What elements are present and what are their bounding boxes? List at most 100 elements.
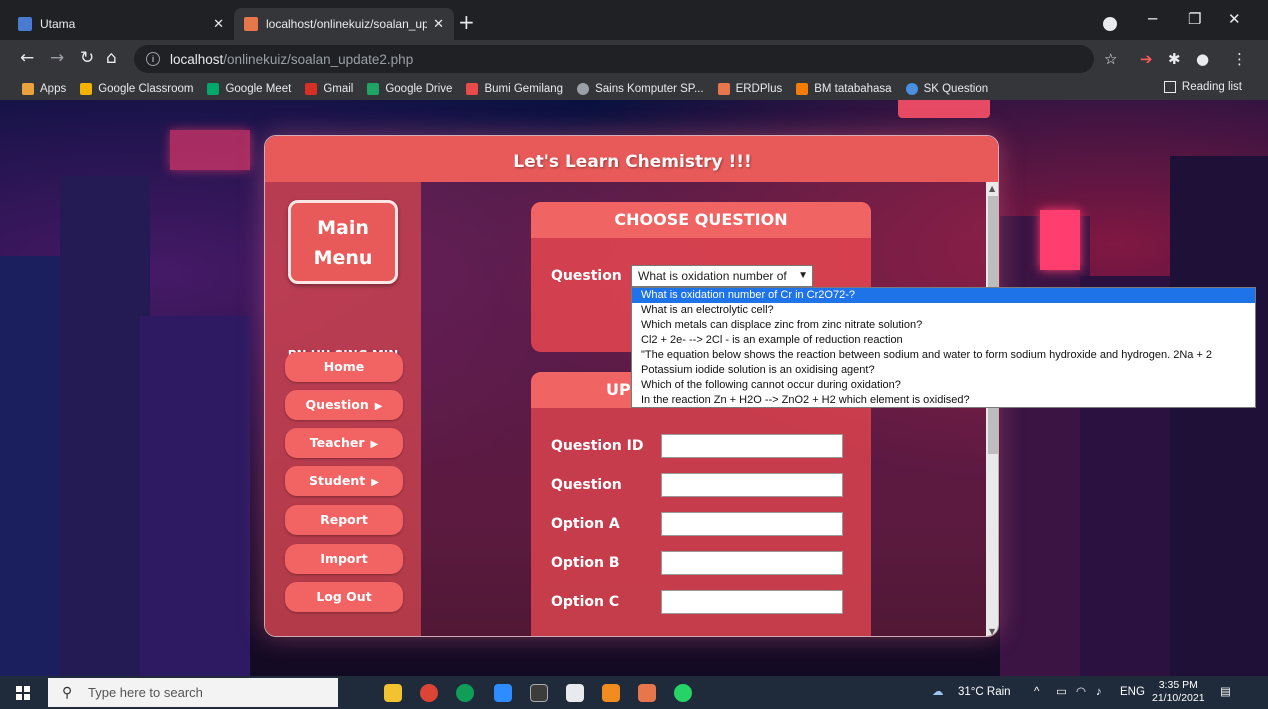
zoom-icon[interactable] <box>494 684 512 702</box>
bookmark-erdplus[interactable]: ERDPlus <box>717 83 782 95</box>
question-select[interactable]: What is oxidation number of ▼ <box>631 265 813 287</box>
option-b-input[interactable] <box>661 551 843 575</box>
question-id-input[interactable] <box>661 434 843 458</box>
bookmark-sains-komputer[interactable]: Sains Komputer SP... <box>577 83 704 95</box>
dropdown-option[interactable]: Cl2 + 2e- --> 2Cl - is an example of red… <box>632 333 1255 348</box>
dropdown-option[interactable]: In the reaction Zn + H2O --> ZnO2 + H2 w… <box>632 393 1255 407</box>
menu-student-button[interactable]: Student ▶ <box>285 466 403 496</box>
option-b-label: Option B <box>551 555 620 571</box>
network-icon[interactable]: ▭ <box>1056 676 1067 709</box>
background-building <box>140 316 250 676</box>
dropdown-option[interactable]: Potassium iodide solution is an oxidisin… <box>632 363 1255 378</box>
option-c-input[interactable] <box>661 590 843 614</box>
scroll-down-icon[interactable]: ▼ <box>989 627 995 636</box>
menu-question-button[interactable]: Question ▶ <box>285 390 403 420</box>
menu-report-button[interactable]: Report <box>285 505 403 535</box>
menu-home-button[interactable]: Home <box>285 352 403 382</box>
weather-icon[interactable]: ☁ <box>932 676 944 709</box>
close-icon[interactable]: ✕ <box>433 16 444 32</box>
question-select-label: Question <box>551 268 622 284</box>
app-title: Let's Learn Chemistry !!! <box>265 136 998 182</box>
tab-utama[interactable]: Utama ✕ <box>8 8 234 40</box>
question-dropdown-list: What is oxidation number of Cr in Cr2O72… <box>631 287 1256 408</box>
content-area: CHOOSE QUESTION Question What is oxidati… <box>421 182 986 636</box>
browser-tabstrip: Utama ✕ localhost/onlinekuiz/soalan_upd … <box>0 0 1268 40</box>
meet-icon <box>207 83 220 95</box>
option-a-input[interactable] <box>661 512 843 536</box>
forward-icon[interactable]: → <box>50 48 64 68</box>
scroll-up-icon[interactable]: ▲ <box>989 184 995 193</box>
tab-title: Utama <box>40 17 76 31</box>
windows-start-icon[interactable] <box>16 686 30 700</box>
dropdown-option[interactable]: What is an electrolytic cell? <box>632 303 1255 318</box>
tab-soalan-update[interactable]: localhost/onlinekuiz/soalan_upd ✕ <box>234 8 454 40</box>
neon-sign <box>1040 210 1080 270</box>
window-close-icon[interactable]: ✕ <box>1228 10 1241 28</box>
bookmark-star-icon[interactable]: ☆ <box>1104 50 1117 68</box>
extensions-puzzle-icon[interactable]: ✱ <box>1168 50 1181 68</box>
profile-icon[interactable] <box>1103 17 1117 31</box>
bookmark-bm-tatabahasa[interactable]: BM tatabahasa <box>796 83 892 95</box>
reading-list[interactable]: Reading list <box>1163 81 1242 93</box>
menu-teacher-button[interactable]: Teacher ▶ <box>285 428 403 458</box>
extension-red-icon[interactable]: ➔ <box>1140 50 1153 68</box>
reading-list-icon <box>1163 81 1176 93</box>
sk-question-icon <box>905 83 918 95</box>
terminal-icon[interactable] <box>530 684 548 702</box>
reload-icon[interactable]: ↻ <box>80 48 94 68</box>
home-icon[interactable]: ⌂ <box>106 48 117 68</box>
menu-import-button[interactable]: Import <box>285 544 403 574</box>
bookmark-sk-question[interactable]: SK Question <box>905 83 988 95</box>
main-menu-heading: Main Menu <box>288 200 398 284</box>
weather-status[interactable]: 31°C Rain <box>958 676 1011 709</box>
bookmark-bumi-gemilang[interactable]: Bumi Gemilang <box>466 83 563 95</box>
tab-title: localhost/onlinekuiz/soalan_upd <box>266 17 428 31</box>
dropdown-option[interactable]: Which of the following cannot occur duri… <box>632 378 1255 393</box>
avatar[interactable]: ● <box>1196 50 1209 68</box>
bookmark-gmail[interactable]: Gmail <box>305 83 353 95</box>
update-question-card: UP Question ID Question Option A Option … <box>531 372 871 636</box>
arrow-right-icon: ▶ <box>370 439 379 450</box>
neon-sign <box>170 130 250 170</box>
chrome-icon[interactable] <box>420 684 438 702</box>
bookmark-google-meet[interactable]: Google Meet <box>207 83 291 95</box>
minimize-icon[interactable]: ─ <box>1148 10 1157 28</box>
back-icon[interactable]: ← <box>20 48 34 68</box>
question-text-input[interactable] <box>661 473 843 497</box>
store-icon[interactable] <box>566 684 584 702</box>
tray-chevron-icon[interactable]: ^ <box>1034 676 1039 709</box>
address-bar[interactable]: i localhost/onlinekuiz/soalan_update2.ph… <box>134 45 1094 73</box>
option-c-label: Option C <box>551 594 620 610</box>
wordpress-icon <box>577 83 590 95</box>
app-orange-icon[interactable] <box>638 684 656 702</box>
arrow-right-icon: ▶ <box>371 477 379 488</box>
new-tab-icon[interactable]: + <box>458 12 475 32</box>
whatsapp-icon[interactable] <box>674 684 692 702</box>
content-scrollbar[interactable]: ▲ ▼ <box>986 182 998 636</box>
close-icon[interactable]: ✕ <box>213 16 224 32</box>
erdplus-icon <box>717 83 730 95</box>
menu-logout-button[interactable]: Log Out <box>285 582 403 612</box>
taskbar-search-input[interactable]: ⚲ Type here to search <box>48 678 338 707</box>
wifi-icon[interactable]: ◠ <box>1076 676 1086 709</box>
file-explorer-icon[interactable] <box>384 684 402 702</box>
restore-icon[interactable]: ❐ <box>1188 10 1201 28</box>
dropdown-option[interactable]: "The equation below shows the reaction b… <box>632 348 1255 363</box>
bookmark-google-drive[interactable]: Google Drive <box>367 83 452 95</box>
chrome-profile-icon[interactable] <box>456 684 474 702</box>
sublime-icon[interactable] <box>602 684 620 702</box>
notification-icon[interactable]: ▤ <box>1220 676 1231 709</box>
dropdown-option[interactable]: What is oxidation number of Cr in Cr2O72… <box>632 288 1255 303</box>
language-indicator[interactable]: ENG <box>1120 676 1145 709</box>
bookmark-google-classroom[interactable]: Google Classroom <box>80 83 193 95</box>
search-icon: ⚲ <box>62 684 73 700</box>
browser-menu-icon[interactable]: ⋮ <box>1232 50 1247 68</box>
bookmark-apps[interactable]: Apps <box>22 83 66 95</box>
taskbar-clock[interactable]: 3:35 PM 21/10/2021 <box>1152 679 1205 705</box>
arrow-right-icon: ▶ <box>374 401 383 412</box>
url-path: /onlinekuiz/soalan_update2.php <box>223 51 414 67</box>
site-info-icon[interactable]: i <box>146 52 160 66</box>
dropdown-option[interactable]: Which metals can displace zinc from zinc… <box>632 318 1255 333</box>
question-text-label: Question <box>551 477 622 493</box>
volume-icon[interactable]: ♪ <box>1096 676 1102 709</box>
